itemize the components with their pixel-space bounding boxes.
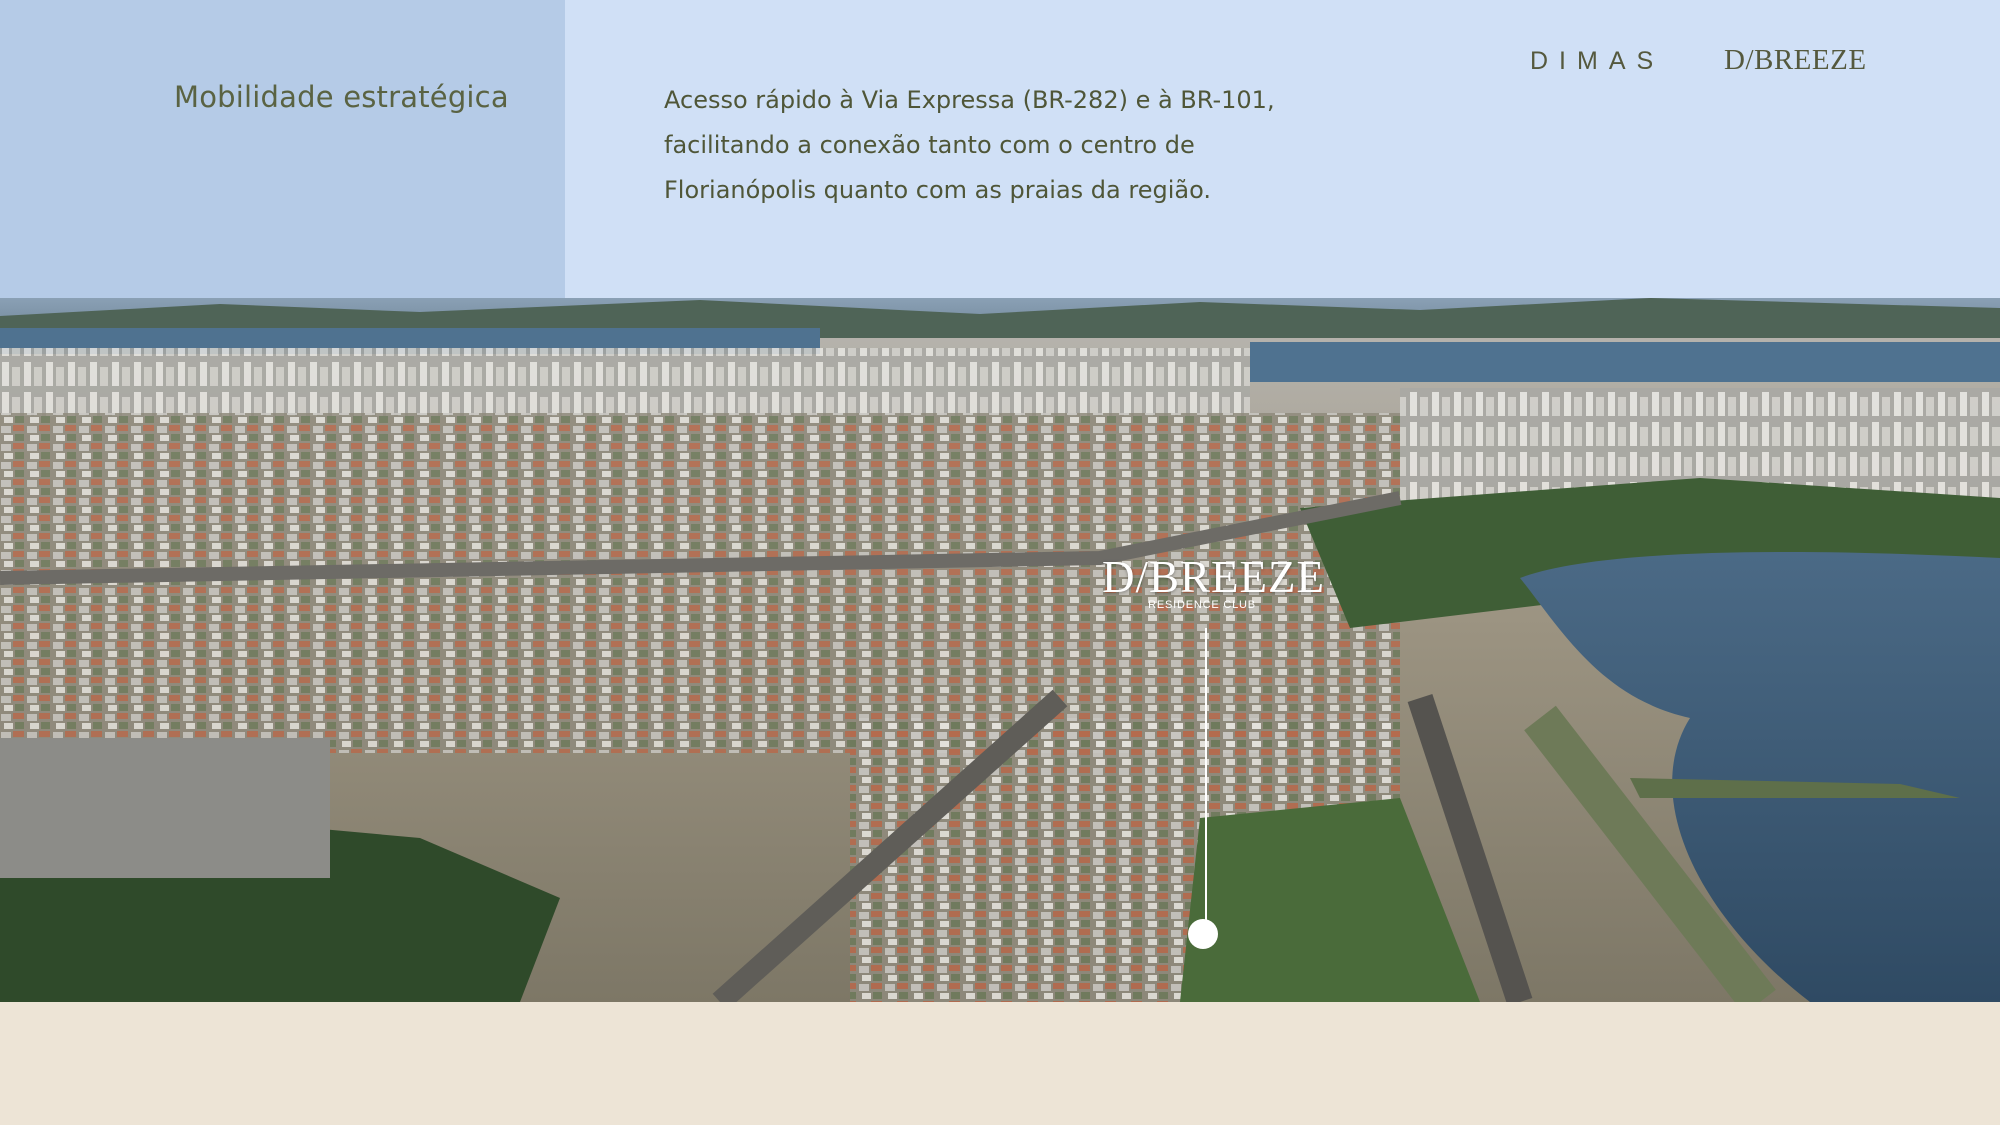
location-pin-icon bbox=[1188, 919, 1218, 949]
marker-logo: D/BREEZE bbox=[1102, 552, 1325, 602]
dbreeze-logo: D/BREEZE bbox=[1724, 44, 1867, 76]
dimas-logo: DIMAS bbox=[1530, 47, 1665, 75]
description-text: Acesso rápido à Via Expressa (BR-282) e … bbox=[664, 78, 1304, 213]
header-left-panel bbox=[0, 0, 565, 298]
aerial-photo bbox=[0, 298, 2000, 1002]
description-line: Acesso rápido à Via Expressa (BR-282) e … bbox=[664, 86, 1275, 114]
marker-subtitle: RESIDENCE CLUB bbox=[1148, 599, 1256, 611]
marker-line bbox=[1205, 628, 1207, 930]
description-line: facilitando a conexão tanto com o centro… bbox=[664, 131, 1195, 159]
footer-band bbox=[0, 1002, 2000, 1125]
description-line: Florianópolis quanto com as praias da re… bbox=[664, 176, 1211, 204]
section-title: Mobilidade estratégica bbox=[174, 80, 509, 114]
